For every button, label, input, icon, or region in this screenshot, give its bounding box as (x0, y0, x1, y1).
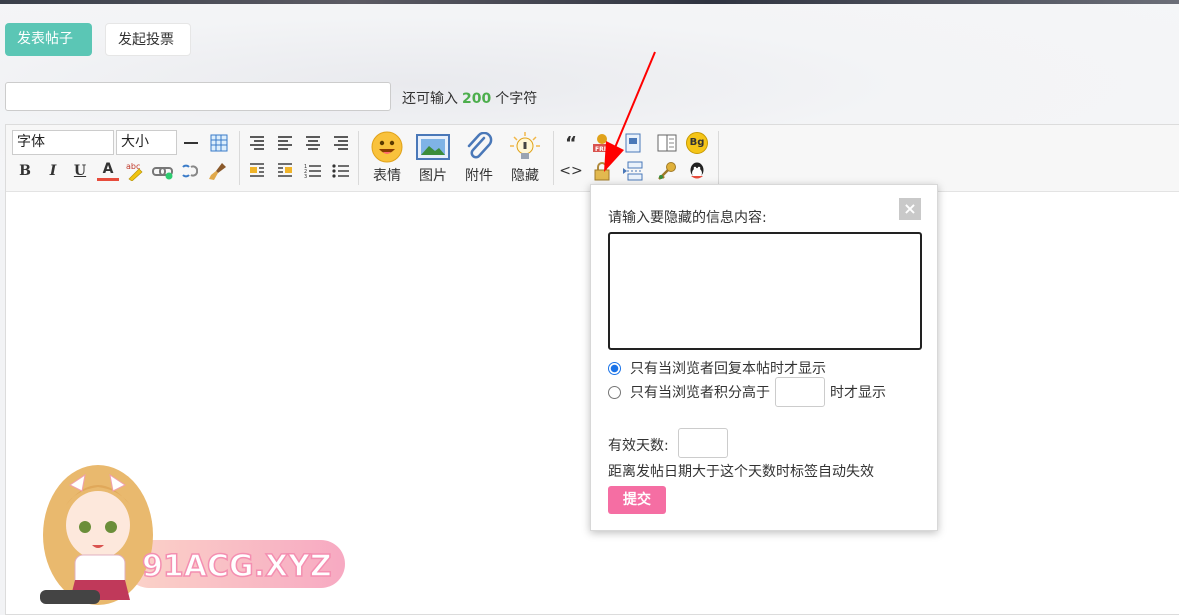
link-icon[interactable] (152, 160, 174, 182)
option-reply-label: 只有当浏览者回复本帖时才显示 (630, 361, 826, 377)
option-points-suffix: 时才显示 (830, 385, 886, 401)
media-icon[interactable] (622, 132, 644, 154)
toolbar-separator (239, 131, 240, 185)
image-button[interactable]: 图片 (411, 131, 455, 187)
char-hint-suffix: 个字符 (495, 91, 538, 107)
tab-post-thread[interactable]: 发表帖子 (5, 23, 92, 56)
option-points-prefix: 只有当浏览者积分高于 (630, 385, 770, 401)
mascot-legs (40, 590, 100, 604)
svg-text:3: 3 (304, 174, 307, 179)
dialog-title: 请输入要隐藏的信息内容: (608, 210, 767, 226)
align-justify-icon[interactable] (330, 132, 352, 154)
emoji-button[interactable]: 表情 (365, 131, 409, 187)
italic-icon[interactable]: I (42, 160, 64, 182)
free-tag-icon[interactable]: FREE (591, 132, 613, 154)
points-input[interactable] (775, 377, 825, 407)
qq-icon[interactable] (686, 160, 708, 182)
align-right-icon[interactable] (246, 132, 268, 154)
page-break-icon[interactable] (622, 160, 644, 182)
hide-content-button[interactable]: 隐藏 (503, 131, 547, 187)
hidden-content-textarea[interactable] (608, 232, 922, 350)
attachment-button[interactable]: 附件 (457, 131, 501, 187)
option-points-row[interactable]: 只有当浏览者积分高于 时才显示 (608, 377, 886, 407)
submit-button[interactable]: 提交 (608, 486, 666, 514)
font-select[interactable]: 字体 (12, 130, 114, 155)
editor-toolbar: 字体 大小 B I U A abc 1 2 3 表情 图片 附件 隐藏 “ <>… (6, 125, 1179, 192)
size-select[interactable]: 大小 (116, 130, 177, 155)
mascot-eye-right (105, 521, 117, 533)
char-hint-prefix: 还可输入 (402, 91, 458, 107)
tab-start-poll[interactable]: 发起投票 (105, 23, 191, 56)
table-icon[interactable] (208, 132, 230, 154)
hide-label: 隐藏 (511, 168, 539, 184)
image-icon (415, 131, 451, 163)
underline-icon[interactable]: U (69, 160, 91, 182)
attachment-label: 附件 (465, 168, 493, 184)
option-reply-row[interactable]: 只有当浏览者回复本帖时才显示 (608, 358, 826, 378)
font-color-icon[interactable]: A (97, 160, 119, 181)
ordered-list-icon[interactable]: 123 (302, 160, 324, 182)
highlight-icon[interactable]: abc (124, 160, 146, 182)
password-key-icon[interactable] (656, 160, 678, 182)
mascot-eye-left (79, 521, 91, 533)
toolbar-separator (358, 131, 359, 185)
horizontal-rule-icon[interactable] (180, 132, 202, 154)
watermark-text: 91ACG.XYZ (142, 549, 332, 584)
unordered-list-icon[interactable] (330, 160, 352, 182)
columns-icon[interactable] (656, 132, 678, 154)
quote-icon[interactable]: “ (560, 132, 582, 154)
radio-reply[interactable] (608, 361, 621, 375)
lightbulb-icon (507, 131, 543, 163)
char-count: 200 (462, 91, 492, 107)
radio-points[interactable] (608, 385, 621, 399)
toolbar-separator (553, 131, 554, 185)
days-label: 有效天数: (608, 438, 669, 454)
mascot-face (66, 491, 130, 559)
image-label: 图片 (419, 168, 447, 184)
float-right-icon[interactable] (274, 160, 296, 182)
emoji-label: 表情 (373, 168, 401, 184)
svg-text:FREE: FREE (595, 146, 612, 153)
mascot-watermark: 91ACG.XYZ (40, 465, 345, 605)
background-icon[interactable]: Bg (686, 132, 708, 154)
align-center-icon[interactable] (302, 132, 324, 154)
align-left-icon[interactable] (274, 132, 296, 154)
char-count-hint: 还可输入 200 个字符 (402, 88, 537, 108)
bg-badge: Bg (686, 132, 708, 154)
bold-icon[interactable]: B (14, 160, 36, 182)
title-input[interactable] (5, 82, 391, 111)
code-icon[interactable]: <> (559, 160, 582, 182)
paperclip-icon (461, 131, 497, 163)
close-icon[interactable]: × (899, 198, 921, 220)
clear-format-icon[interactable] (207, 160, 229, 182)
toolbar-separator (718, 131, 719, 185)
unlink-icon[interactable] (179, 160, 201, 182)
float-left-icon[interactable] (246, 160, 268, 182)
smiley-icon (369, 131, 405, 163)
days-hint: 距离发帖日期大于这个天数时标签自动失效 (608, 464, 874, 480)
lock-icon[interactable] (591, 160, 613, 182)
days-input[interactable] (678, 428, 728, 458)
hide-content-dialog: 请输入要隐藏的信息内容: × 只有当浏览者回复本帖时才显示 只有当浏览者积分高于… (590, 184, 938, 531)
